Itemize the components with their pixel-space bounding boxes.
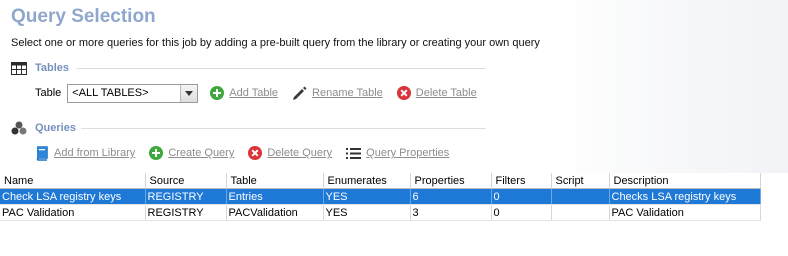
list-icon xyxy=(346,147,362,160)
table-field-label: Table xyxy=(35,87,62,99)
chevron-down-icon[interactable] xyxy=(180,84,198,102)
table-cell: Check LSA registry keys xyxy=(0,188,146,205)
table-cell: PAC Validation xyxy=(609,204,761,221)
page-title: Query Selection xyxy=(11,6,156,27)
table-cell xyxy=(551,204,610,221)
table-cell: REGISTRY xyxy=(145,204,227,221)
pencil-icon xyxy=(292,86,307,101)
add-from-library-button[interactable]: Add from Library xyxy=(35,145,136,161)
table-select-value: <ALL TABLES> xyxy=(72,87,149,99)
delete-query-button[interactable]: Delete Query xyxy=(248,146,332,160)
table-cell: 6 xyxy=(410,188,492,205)
queries-section-label: Queries xyxy=(35,122,76,134)
table-cell xyxy=(551,188,610,205)
query-properties-label: Query Properties xyxy=(366,147,450,159)
delete-query-label: Delete Query xyxy=(267,147,333,159)
table-cell: PAC Validation xyxy=(0,204,146,221)
table-cell: 3 xyxy=(410,204,492,221)
add-circle-icon xyxy=(149,146,164,160)
table-cell: PACValidation xyxy=(226,204,324,221)
table-cell: Entries xyxy=(226,188,324,205)
table-cell: 0 xyxy=(491,188,552,205)
delete-circle-icon xyxy=(396,86,411,100)
table-cell: YES xyxy=(323,204,411,221)
column-header[interactable]: Filters xyxy=(491,173,552,189)
page-subtitle: Select one or more queries for this job … xyxy=(11,37,540,49)
column-header[interactable]: Description xyxy=(609,173,761,189)
column-header[interactable]: Enumerates xyxy=(323,173,411,189)
table-grid-icon xyxy=(11,61,27,75)
delete-circle-icon xyxy=(248,146,263,160)
queries-toolbar: Add from Library Create Query Delete Que… xyxy=(35,143,449,163)
queries-icon xyxy=(11,121,27,135)
section-divider xyxy=(81,128,486,129)
table-cell: Checks LSA registry keys xyxy=(609,188,761,205)
tables-section-label: Tables xyxy=(35,62,70,74)
queries-table: Name Source Table Enumerates Properties … xyxy=(0,173,761,221)
grid-header-row: Name Source Table Enumerates Properties … xyxy=(0,173,761,189)
column-header[interactable]: Table xyxy=(226,173,324,189)
queries-section-header: Queries xyxy=(11,120,486,136)
rename-table-label: Rename Table xyxy=(312,87,383,99)
create-query-button[interactable]: Create Query xyxy=(149,146,234,160)
section-divider xyxy=(76,68,486,69)
queries-grid: Name Source Table Enumerates Properties … xyxy=(0,173,761,221)
column-header[interactable]: Name xyxy=(0,173,146,189)
tables-section-header: Tables xyxy=(11,60,486,76)
query-properties-button[interactable]: Query Properties xyxy=(346,147,449,160)
table-row[interactable]: Check LSA registry keys REGISTRY Entries… xyxy=(0,188,761,205)
delete-table-button[interactable]: Delete Table xyxy=(396,86,477,100)
column-header[interactable]: Properties xyxy=(410,173,492,189)
add-table-label: Add Table xyxy=(229,87,279,99)
background-shade xyxy=(548,0,788,173)
column-header[interactable]: Script xyxy=(551,173,610,189)
tables-toolbar: Table <ALL TABLES> Add Table Rename Tabl… xyxy=(35,82,477,104)
table-select[interactable]: <ALL TABLES> xyxy=(67,83,199,103)
table-cell: 0 xyxy=(491,204,552,221)
create-query-label: Create Query xyxy=(168,147,235,159)
add-table-button[interactable]: Add Table xyxy=(210,86,278,100)
table-cell: YES xyxy=(323,188,411,205)
table-row[interactable]: PAC Validation REGISTRY PACValidation YE… xyxy=(0,204,761,221)
table-cell: REGISTRY xyxy=(145,188,227,205)
column-header[interactable]: Source xyxy=(145,173,227,189)
rename-table-button[interactable]: Rename Table xyxy=(292,86,383,101)
add-from-library-label: Add from Library xyxy=(54,147,136,159)
add-circle-icon xyxy=(210,86,225,100)
delete-table-label: Delete Table xyxy=(415,87,477,99)
book-icon xyxy=(35,145,49,161)
